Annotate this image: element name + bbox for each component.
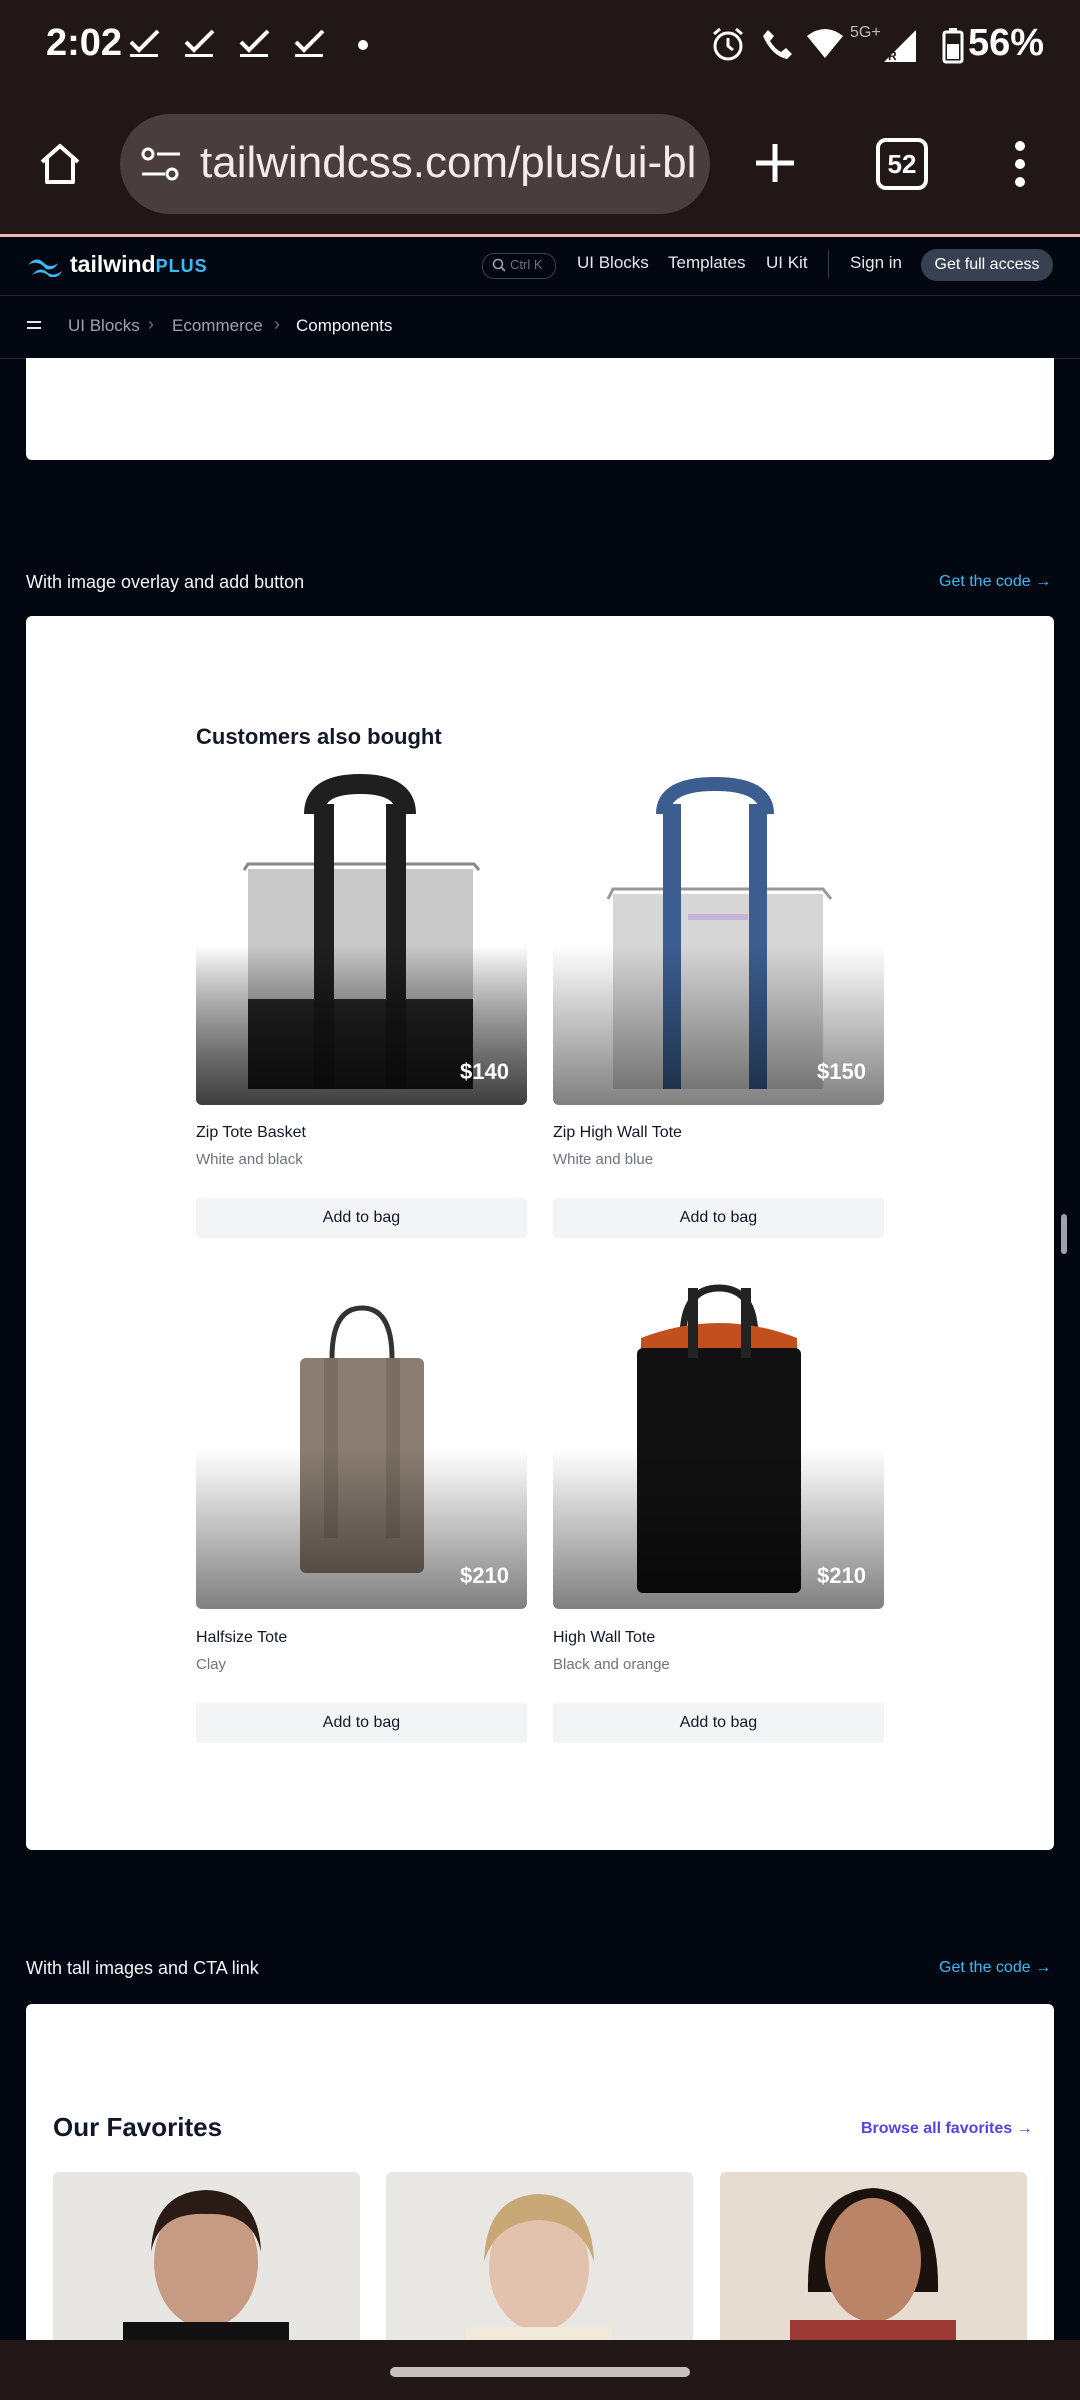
add-to-bag-button[interactable]: Add to bag xyxy=(196,1703,527,1743)
favorite-product-image[interactable] xyxy=(386,2172,693,2340)
product-image[interactable]: $150 xyxy=(553,774,884,1105)
site-logo[interactable]: tailwindPLUS xyxy=(70,251,208,278)
battery-level: 56% xyxy=(968,22,1045,64)
product-color: Black and orange xyxy=(553,1656,670,1673)
model-portrait-icon xyxy=(466,2194,612,2340)
add-to-bag-button[interactable]: Add to bag xyxy=(196,1198,527,1238)
chevron-right-icon: › xyxy=(148,314,154,334)
previous-example-panel xyxy=(26,358,1054,460)
new-tab-icon[interactable] xyxy=(752,140,798,186)
breadcrumb-components: Components xyxy=(296,316,393,335)
check-notification-icon xyxy=(294,29,325,57)
status-bar xyxy=(0,0,1080,95)
product-name[interactable]: High Wall Tote xyxy=(553,1629,655,1647)
check-notification-icon xyxy=(239,29,270,57)
network-type: 5G+ xyxy=(850,24,881,41)
nav-divider xyxy=(828,250,829,278)
get-full-access-button[interactable]: Get full access xyxy=(921,249,1053,281)
url-text[interactable]: tailwindcss.com/plus/ui-blocks/ecommerce… xyxy=(200,138,695,188)
menu-icon[interactable] xyxy=(27,319,41,331)
more-menu-icon[interactable] xyxy=(1010,140,1030,188)
search-shortcut-hint: Ctrl K xyxy=(510,257,543,272)
product-name[interactable]: Zip Tote Basket xyxy=(196,1124,306,1142)
browse-favorites-link[interactable]: Browse all favorites → xyxy=(861,2120,1033,2138)
nav-link-ui-kit[interactable]: UI Kit xyxy=(766,253,808,273)
add-to-bag-button[interactable]: Add to bag xyxy=(553,1198,884,1238)
model-portrait-icon xyxy=(123,2190,289,2340)
product-price: $150 xyxy=(817,1059,866,1084)
model-portrait-icon xyxy=(790,2188,956,2340)
favorite-product-image[interactable] xyxy=(53,2172,360,2340)
section-heading: Our Favorites xyxy=(53,2112,223,2142)
wifi-call-icon xyxy=(763,30,792,59)
product-color: White and black xyxy=(196,1151,303,1168)
section-title: With image overlay and add button xyxy=(26,572,305,592)
sign-in-link[interactable]: Sign in xyxy=(850,253,902,273)
wifi-icon xyxy=(807,29,843,58)
gesture-handle[interactable] xyxy=(390,2367,690,2377)
chevron-right-icon: › xyxy=(274,314,280,334)
signal-icon: R xyxy=(884,30,916,63)
section-title: With tall images and CTA link xyxy=(26,1958,259,1978)
product-price: $140 xyxy=(460,1059,509,1084)
svg-text:R: R xyxy=(888,49,897,63)
check-notification-icon xyxy=(184,29,215,57)
breadcrumb-ui-blocks[interactable]: UI Blocks xyxy=(68,316,140,336)
nav-link-ui-blocks[interactable]: UI Blocks xyxy=(577,253,649,273)
product-name[interactable]: Halfsize Tote xyxy=(196,1629,287,1647)
notification-dot-icon xyxy=(358,40,368,50)
add-to-bag-button[interactable]: Add to bag xyxy=(553,1703,884,1743)
breadcrumb-ecommerce[interactable]: Ecommerce xyxy=(172,316,263,336)
product-image[interactable]: $210 xyxy=(196,1278,527,1609)
tab-switcher-button[interactable]: 52 xyxy=(876,138,928,190)
nav-link-templates[interactable]: Templates xyxy=(668,253,745,273)
check-notification-icon xyxy=(129,29,160,57)
product-price: $210 xyxy=(817,1563,866,1588)
favorite-product-image[interactable] xyxy=(720,2172,1027,2340)
get-the-code-link[interactable]: Get the code → xyxy=(939,1959,1051,1977)
product-name[interactable]: Zip High Wall Tote xyxy=(553,1124,682,1142)
get-the-code-link[interactable]: Get the code → xyxy=(939,573,1051,591)
section-heading: Customers also bought xyxy=(196,724,442,749)
battery-icon xyxy=(942,28,964,64)
product-color: Clay xyxy=(196,1656,227,1673)
product-image[interactable]: $140 xyxy=(196,774,527,1105)
site-settings-icon[interactable] xyxy=(140,145,182,183)
example-preview-panel xyxy=(26,616,1054,1850)
status-time: 2:02 xyxy=(46,22,123,64)
home-icon[interactable] xyxy=(36,140,84,188)
scrollbar-thumb[interactable] xyxy=(1061,1214,1067,1254)
product-image[interactable]: $210 xyxy=(553,1278,884,1609)
breadcrumb xyxy=(0,296,1080,359)
logo-wordmark: tailwind xyxy=(70,251,156,277)
alarm-icon xyxy=(713,27,743,61)
product-price: $210 xyxy=(460,1563,509,1588)
logo-plus: PLUS xyxy=(155,256,208,276)
product-color: White and blue xyxy=(553,1151,654,1168)
search-icon xyxy=(492,258,506,272)
tailwind-logo-icon[interactable] xyxy=(26,255,64,277)
